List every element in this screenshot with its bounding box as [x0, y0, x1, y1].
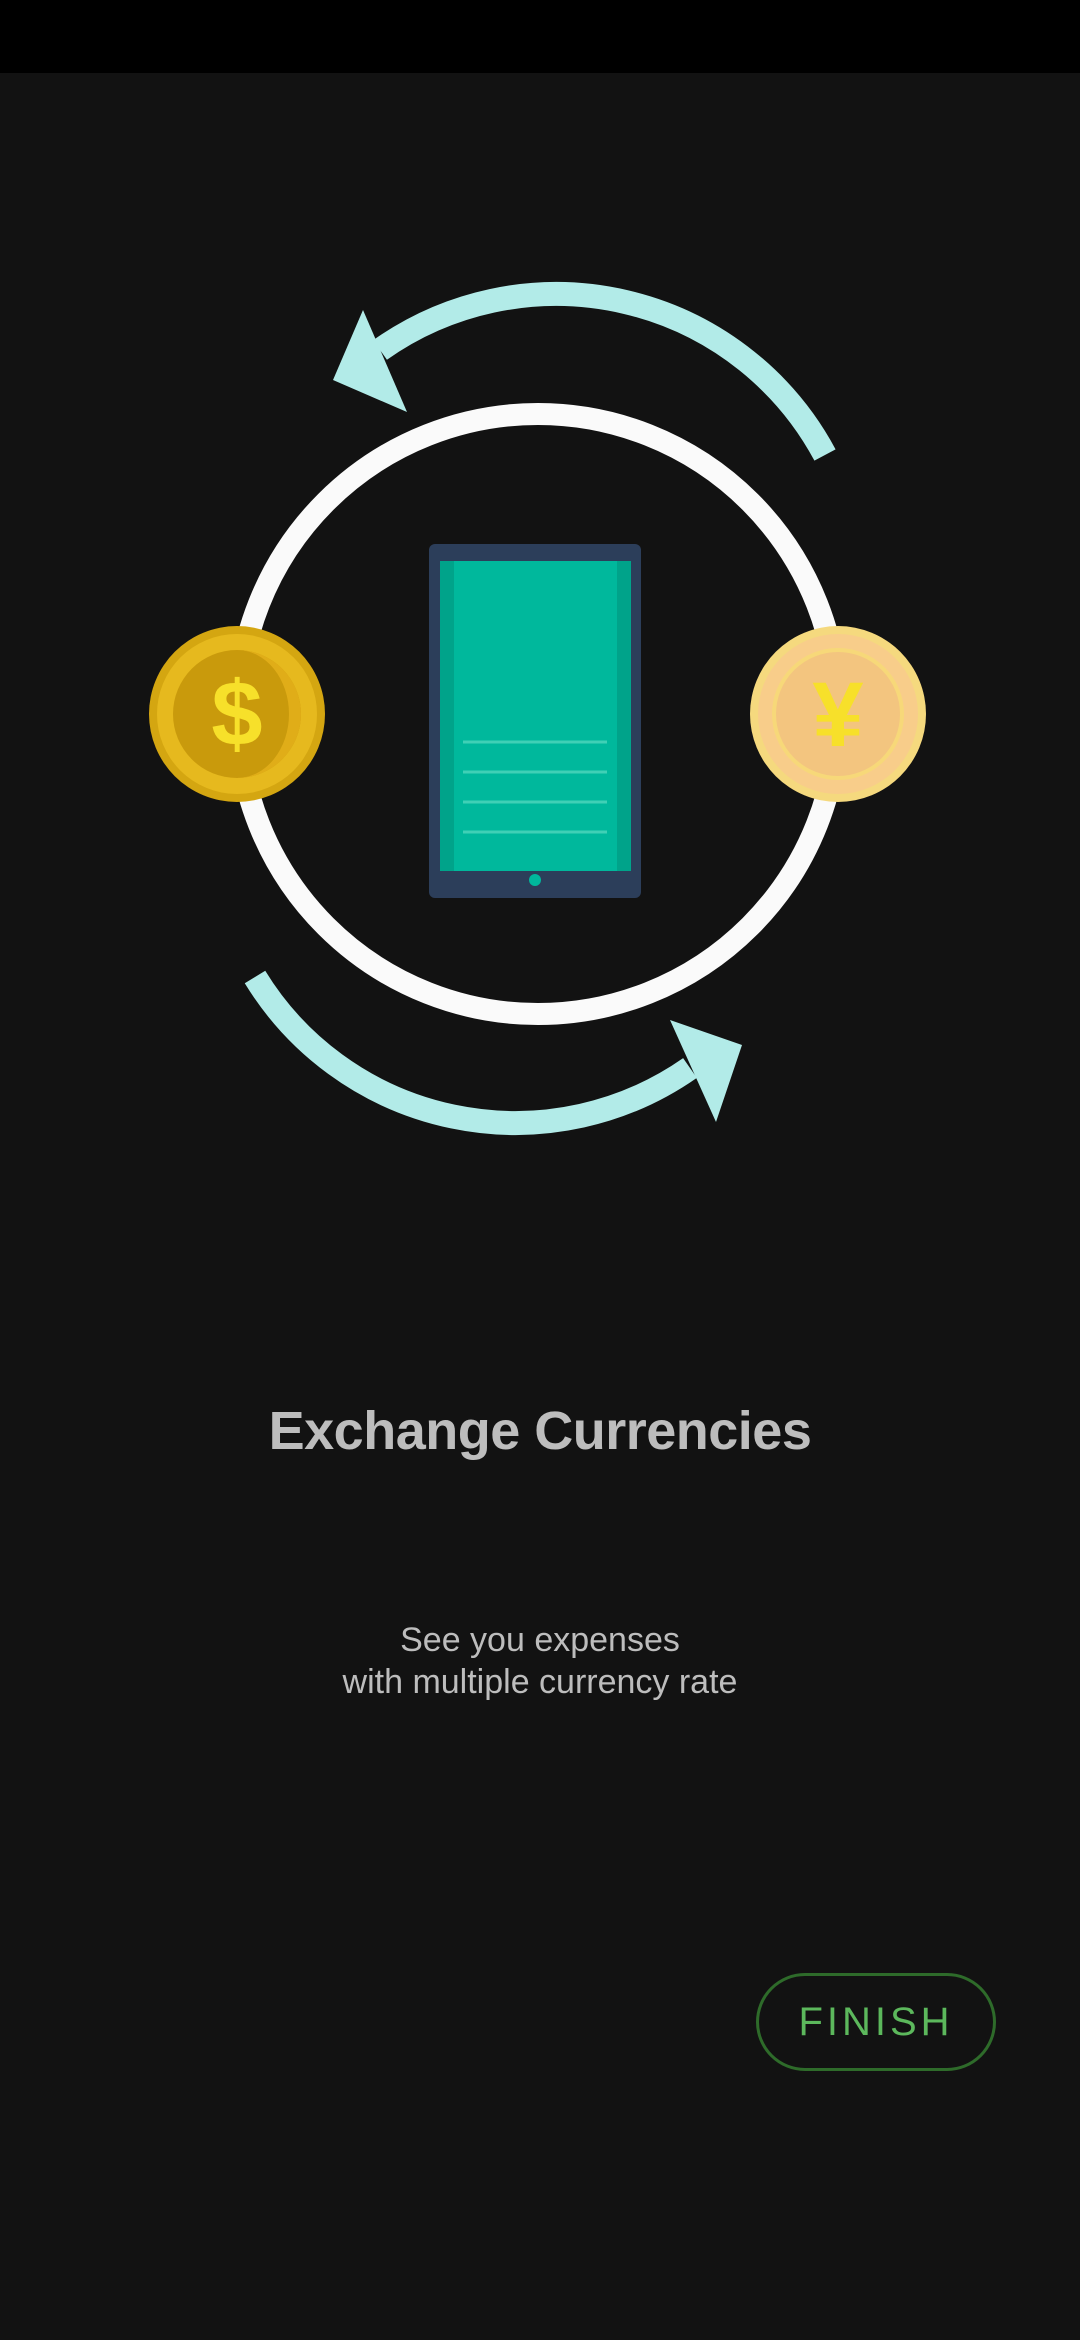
phone-icon — [429, 544, 641, 898]
subtitle-line-1: See you expenses — [400, 1621, 680, 1659]
yen-coin-icon: ¥ — [750, 626, 926, 802]
subtitle-line-2: with multiple currency rate — [342, 1663, 738, 1701]
yen-symbol: ¥ — [812, 664, 863, 766]
status-bar — [0, 0, 1080, 73]
dollar-symbol: $ — [211, 663, 262, 765]
currency-exchange-illustration: $ ¥ — [149, 282, 926, 1136]
page-title: Exchange Currencies — [268, 1401, 812, 1461]
dollar-coin-icon: $ — [149, 626, 325, 802]
top-arrow-icon — [333, 282, 836, 461]
page-subtitle: See you expenses with multiple currency … — [0, 1619, 1080, 1703]
finish-button[interactable]: FINISH — [756, 1973, 996, 2071]
bottom-arrow-icon — [244, 970, 742, 1136]
